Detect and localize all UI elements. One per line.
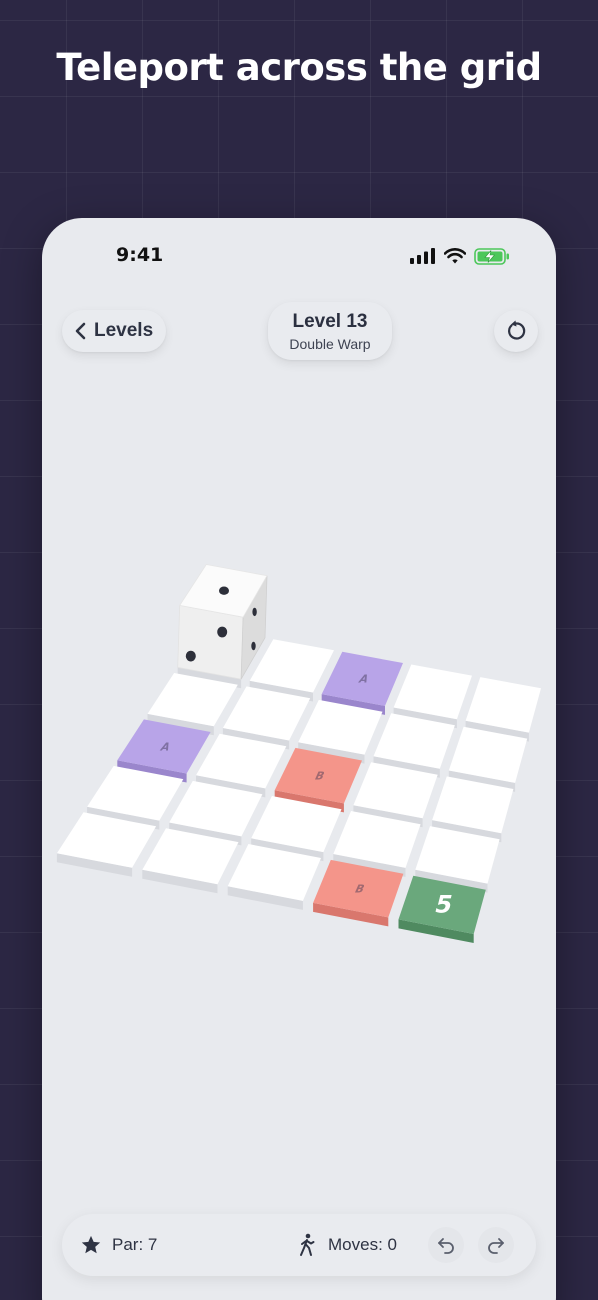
par-label: Par: 7 <box>112 1235 158 1254</box>
bottom-bar: Par: 7 Moves: 0 <box>62 1214 536 1276</box>
dice[interactable] <box>177 564 268 680</box>
redo-icon <box>488 1238 504 1254</box>
dice-pip <box>185 650 196 662</box>
star-icon <box>81 1235 101 1254</box>
undo-icon <box>438 1238 454 1254</box>
moves-label: Moves: 0 <box>328 1235 397 1254</box>
headline: Teleport across the grid <box>56 46 542 89</box>
undo-button[interactable] <box>428 1227 464 1263</box>
moves-indicator: Moves: 0 <box>298 1214 397 1276</box>
game-board: AABB5 <box>56 564 541 943</box>
dice-pip <box>251 641 256 651</box>
dice-pip <box>252 607 257 617</box>
dice-pip <box>217 626 228 638</box>
walking-icon <box>300 1233 315 1256</box>
dice-pip <box>219 586 229 595</box>
redo-button[interactable] <box>478 1227 514 1263</box>
par-indicator: Par: 7 <box>80 1214 157 1276</box>
phone-frame: 9:41 Levels Level 13 Double Warp A A B B… <box>42 218 556 1300</box>
